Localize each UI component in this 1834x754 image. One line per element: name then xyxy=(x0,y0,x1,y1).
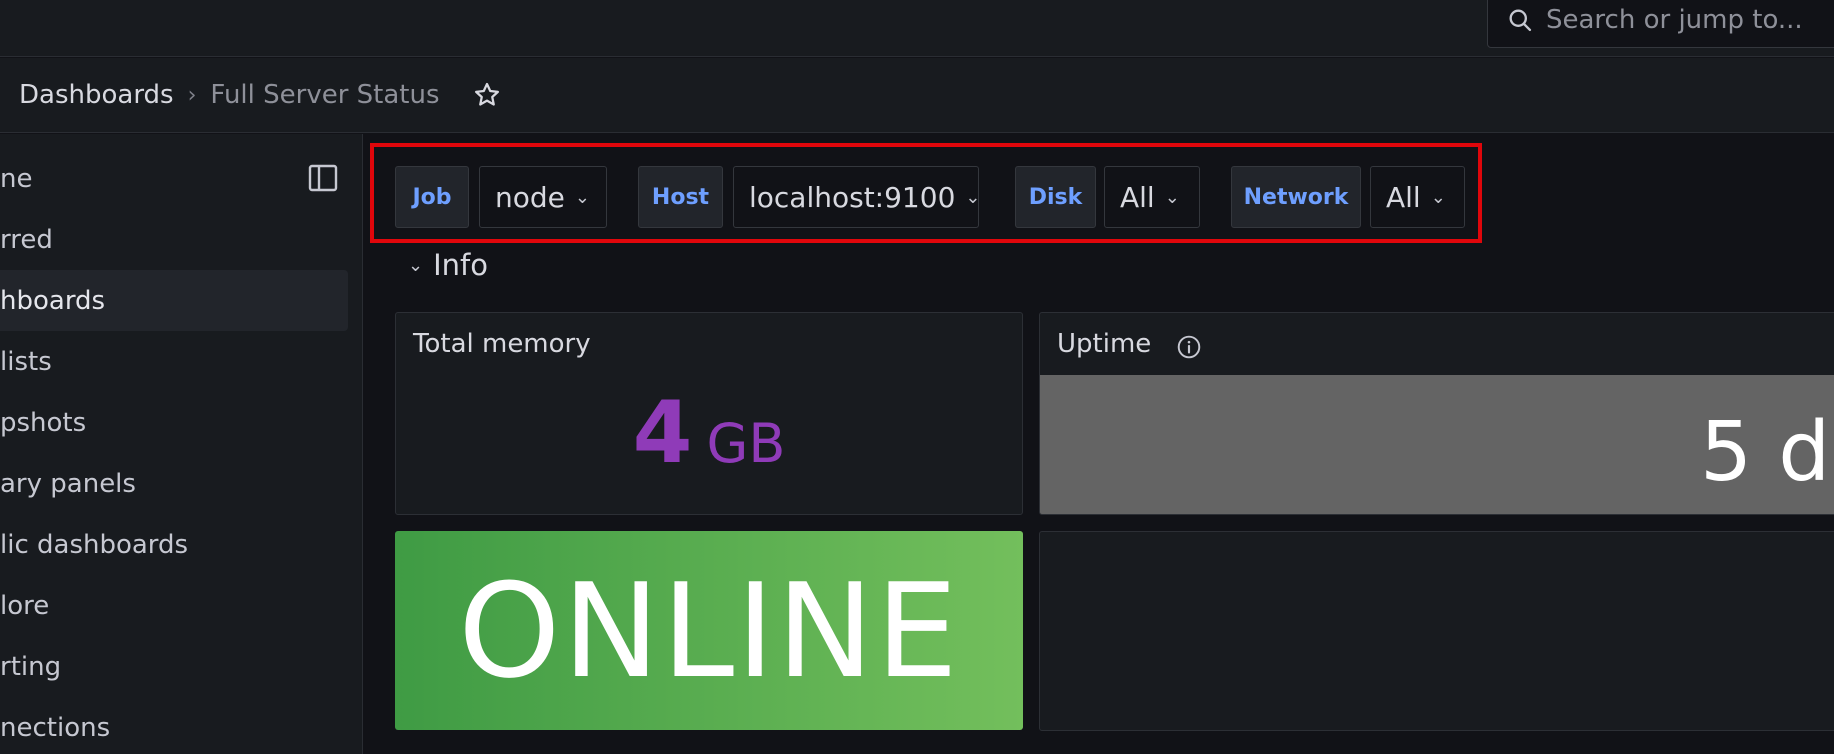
sidebar-item-public-dashboards[interactable]: lic dashboards xyxy=(0,514,348,575)
job-variable-value: node xyxy=(495,180,565,214)
sidebar-item-explore[interactable]: lore xyxy=(0,575,348,636)
total-memory-unit: GB xyxy=(706,412,786,475)
sidebar-item-label: ne xyxy=(0,163,33,194)
host-variable-value: localhost:9100 xyxy=(749,180,956,214)
network-variable-select[interactable]: All ⌄ xyxy=(1370,166,1465,228)
host-variable-select[interactable]: localhost:9100 ⌄ xyxy=(733,166,981,228)
chevron-down-icon: ⌄ xyxy=(1430,186,1446,208)
search-input[interactable]: Search or jump to... xyxy=(1487,0,1834,48)
info-icon[interactable] xyxy=(1176,334,1202,360)
uptime-panel[interactable]: Uptime 5 d xyxy=(1039,312,1834,515)
total-memory-number: 4 xyxy=(632,383,693,483)
sidebar-item-connections[interactable]: nections xyxy=(0,697,348,754)
sidebar-item-label: lists xyxy=(0,346,52,377)
breadcrumb-separator: › xyxy=(187,82,197,108)
disk-variable-select[interactable]: All ⌄ xyxy=(1104,166,1200,228)
total-memory-panel[interactable]: Total memory 4 GB xyxy=(395,312,1023,515)
sidebar-item-playlists[interactable]: lists xyxy=(0,331,348,392)
status-value: ONLINE xyxy=(458,554,960,707)
stat-value: 4 GB xyxy=(396,383,1022,483)
chevron-down-icon: ⌄ xyxy=(1164,186,1180,208)
network-variable-value: All xyxy=(1386,180,1421,214)
disk-variable-value: All xyxy=(1120,180,1155,214)
disk-variable-label: Disk xyxy=(1015,166,1096,228)
sidebar-item-label: hboards xyxy=(0,285,106,316)
sidebar-item-label: pshots xyxy=(0,407,87,438)
sidebar-item-starred[interactable]: rred xyxy=(0,209,348,270)
sidebar-item-label: rred xyxy=(0,224,53,255)
sidebar-item-label: rting xyxy=(0,651,62,682)
job-variable-select[interactable]: node ⌄ xyxy=(479,166,607,228)
chevron-down-icon: ⌄ xyxy=(574,186,590,208)
panel-title: Total memory xyxy=(413,329,591,359)
job-variable-label: Job xyxy=(395,166,469,228)
panel-title: Uptime xyxy=(1057,329,1152,359)
uptime-value: 5 d xyxy=(1700,405,1831,500)
status-panel[interactable]: ONLINE xyxy=(395,531,1023,730)
sidebar-item-library-panels[interactable]: ary panels xyxy=(0,453,348,514)
top-bar: Search or jump to... xyxy=(0,0,1834,57)
chevron-down-icon: ⌄ xyxy=(408,254,424,276)
chevron-down-icon: ⌄ xyxy=(965,186,981,208)
host-variable-label: Host xyxy=(638,166,723,228)
network-variable-label: Network xyxy=(1231,166,1361,228)
breadcrumb: Dashboards › Full Server Status xyxy=(0,58,1834,133)
uptime-background: 5 d xyxy=(1040,375,1834,514)
sidebar-nav: ne rred hboards lists pshots ary panels … xyxy=(0,134,363,754)
star-icon[interactable] xyxy=(470,78,504,112)
sidebar-item-label: lore xyxy=(0,590,50,621)
search-icon xyxy=(1509,9,1532,32)
sidebar-item-home[interactable]: ne xyxy=(0,148,348,209)
row-toggle-info[interactable]: ⌄ Info xyxy=(408,248,488,282)
empty-panel[interactable] xyxy=(1039,531,1834,731)
dashboard-variables: Job node ⌄ Host localhost:9100 ⌄ Disk Al… xyxy=(362,134,1834,245)
sidebar-item-alerting[interactable]: rting xyxy=(0,636,348,697)
sidebar-item-snapshots[interactable]: pshots xyxy=(0,392,348,453)
sidebar-item-dashboards[interactable]: hboards xyxy=(0,270,348,331)
sidebar-item-label: lic dashboards xyxy=(0,529,189,560)
page-title: Full Server Status xyxy=(210,80,440,110)
search-placeholder: Search or jump to... xyxy=(1546,5,1803,35)
sidebar-item-label: nections xyxy=(0,712,111,743)
sidebar-item-label: ary panels xyxy=(0,468,136,499)
breadcrumb-dashboards-link[interactable]: Dashboards xyxy=(19,80,174,110)
row-title: Info xyxy=(433,248,488,282)
